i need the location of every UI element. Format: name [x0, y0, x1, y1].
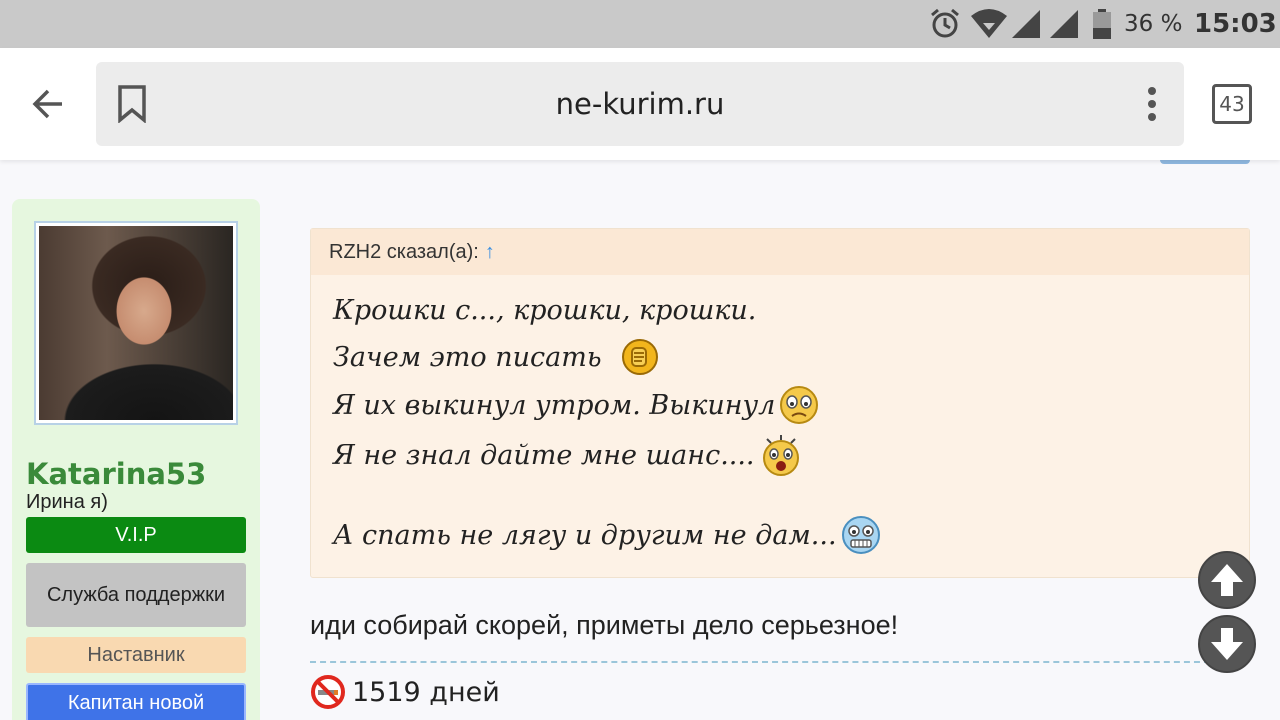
arrow-down-icon	[1211, 628, 1243, 660]
quote-line: Зачем это писать	[333, 337, 660, 377]
avatar-image	[39, 226, 233, 420]
no-smoking-days: 1519 дней	[310, 674, 500, 710]
more-menu-button[interactable]	[1130, 82, 1174, 126]
signal-icon-2	[1048, 0, 1080, 48]
mentor-badge: Наставник	[26, 637, 246, 673]
sad-smiley-icon	[780, 386, 819, 424]
arrow-back-icon	[32, 89, 62, 119]
thumbs-down-smiley-icon	[621, 339, 658, 375]
more-vert-icon	[1148, 87, 1156, 121]
battery-percent: 36 %	[1124, 11, 1183, 37]
shocked-smiley-icon	[762, 435, 799, 476]
quote-line: Я их выкинул утром. Выкинул	[333, 385, 819, 425]
quote-header: RZH2 сказал(а): ↑	[311, 229, 1249, 275]
alarm-icon	[928, 0, 962, 48]
user-info-panel: Katarina53 Ирина я) V.I.P Служба поддерж…	[12, 199, 260, 720]
quote-block: RZH2 сказал(а): ↑ Крошки с..., крошки, к…	[310, 228, 1250, 578]
arrow-up-icon	[1211, 564, 1243, 596]
support-badge: Служба поддержки	[26, 563, 246, 627]
quote-author: RZH2 сказал(а):	[329, 240, 479, 263]
quote-line: А спать не лягу и другим не дам...	[333, 515, 881, 555]
days-counter: 1519 дней	[352, 676, 500, 708]
address-bar[interactable]: ne-kurim.ru	[96, 62, 1184, 146]
scroll-up-button[interactable]	[1198, 551, 1256, 609]
quote-source-link[interactable]: ↑	[485, 241, 495, 264]
tab-switcher-button[interactable]: 43	[1212, 84, 1252, 124]
quote-line: Я не знал дайте мне шанс....	[333, 433, 803, 477]
captain-badge: Капитан новой	[26, 683, 246, 720]
user-subtitle: Ирина я)	[26, 491, 108, 513]
signal-icon	[1010, 0, 1042, 48]
browser-toolbar: ne-kurim.ru 43	[0, 48, 1280, 160]
scroll-down-button[interactable]	[1198, 615, 1256, 673]
url-text[interactable]: ne-kurim.ru	[96, 62, 1184, 146]
vip-badge: V.I.P	[26, 517, 246, 553]
quote-line: Крошки с..., крошки, крошки.	[333, 295, 757, 326]
back-button[interactable]	[22, 80, 74, 128]
no-smoking-icon	[311, 675, 345, 709]
post-divider	[310, 661, 1210, 663]
avatar[interactable]	[34, 221, 238, 425]
status-clock: 15:03	[1194, 9, 1277, 39]
battery-icon	[1092, 0, 1112, 48]
frozen-smiley-icon	[841, 516, 880, 554]
username-link[interactable]: Katarina53	[26, 457, 206, 491]
wifi-icon	[970, 0, 1008, 48]
status-bar: 36 % 15:03	[0, 0, 1280, 48]
post-reply-text: иди собирай скорей, приметы дело серьезн…	[310, 610, 899, 640]
